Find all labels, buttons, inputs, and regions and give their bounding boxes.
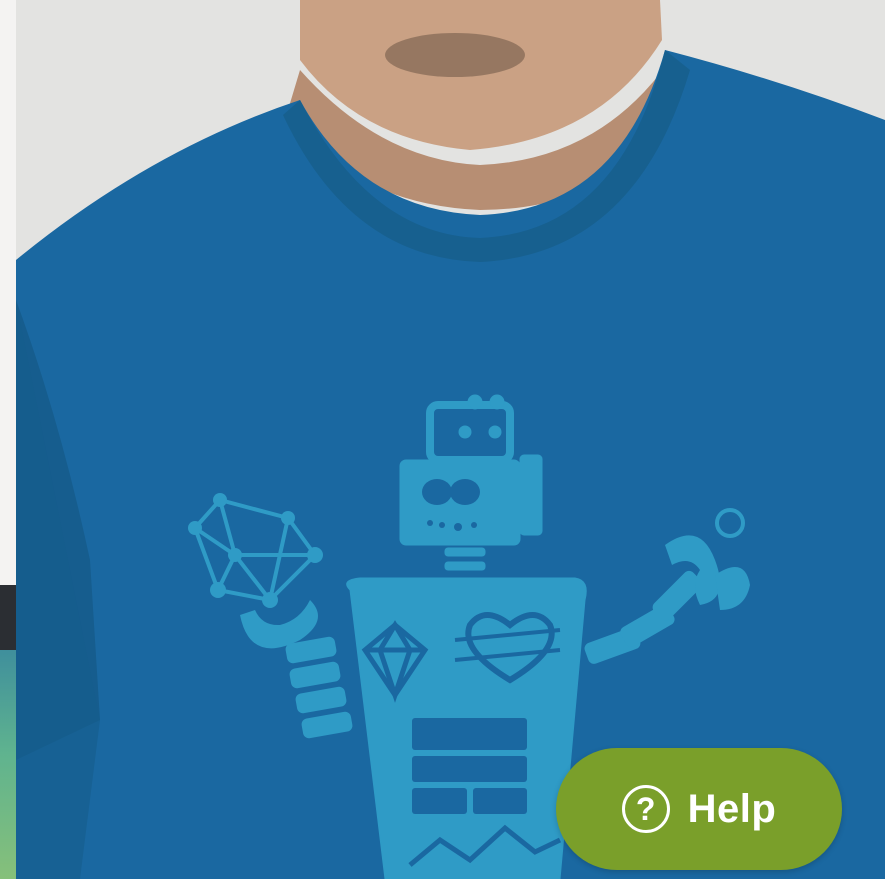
help-button[interactable]: ? Help xyxy=(556,748,842,870)
previous-image-strip[interactable] xyxy=(0,0,16,879)
product-image-viewer: ? Help xyxy=(0,0,885,879)
previous-thumbnail-image xyxy=(0,650,16,879)
question-circle-icon: ? xyxy=(621,785,670,833)
help-button-label: Help xyxy=(687,786,777,831)
